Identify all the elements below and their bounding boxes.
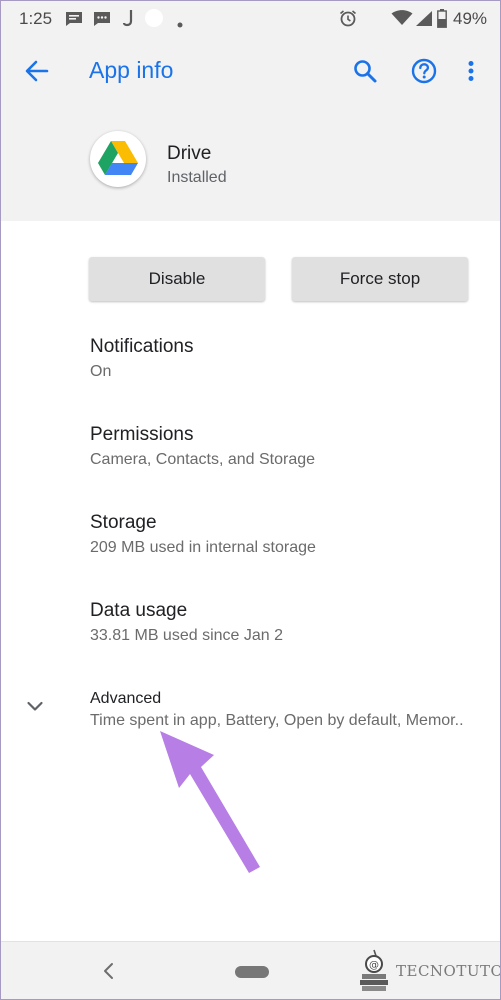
app-bar: App info	[1, 37, 500, 105]
navigation-bar: @ TECNOTUTO	[1, 941, 501, 999]
back-button[interactable]	[17, 51, 57, 91]
alarm-icon	[339, 9, 357, 32]
circle-icon	[144, 8, 164, 33]
force-stop-button[interactable]: Force stop	[292, 257, 468, 301]
battery-icon	[437, 9, 447, 33]
screen: 1:25 49% App info Drive Installed Disabl…	[0, 0, 501, 1000]
more-vert-icon	[468, 61, 474, 81]
chevron-down-icon	[23, 694, 47, 723]
notifications-item[interactable]: Notifications On	[1, 336, 500, 416]
pref-title: Notifications	[90, 336, 194, 357]
advanced-item[interactable]: Advanced Time spent in app, Battery, Ope…	[1, 688, 500, 768]
pref-title: Data usage	[90, 600, 188, 621]
app-header: Drive Installed	[1, 105, 500, 221]
app-name: Drive	[167, 143, 212, 164]
page-title: App info	[89, 57, 174, 83]
pref-summary: On	[90, 363, 112, 380]
app-install-state: Installed	[167, 169, 227, 186]
disable-button[interactable]: Disable	[89, 257, 265, 301]
wifi-icon	[391, 10, 413, 31]
dot-icon	[177, 15, 183, 33]
pref-summary: 33.81 MB used since Jan 2	[90, 627, 284, 644]
battery-percent: 49%	[453, 9, 488, 28]
tecnotuto-logo-icon: @	[356, 948, 392, 999]
back-arrow-icon	[25, 60, 49, 82]
svg-text:@: @	[369, 960, 379, 971]
message-icon	[65, 11, 83, 32]
signal-icon	[415, 10, 433, 32]
pref-summary: Time spent in app, Battery, Open by defa…	[90, 712, 464, 729]
help-icon	[411, 58, 437, 84]
search-button[interactable]	[345, 51, 385, 91]
pref-title: Storage	[90, 512, 157, 533]
permissions-item[interactable]: Permissions Camera, Contacts, and Storag…	[1, 424, 500, 504]
data-usage-item[interactable]: Data usage 33.81 MB used since Jan 2	[1, 600, 500, 680]
app-logo	[90, 131, 146, 187]
pref-title: Advanced	[90, 690, 162, 707]
watermark-text: TECNOTUTO	[396, 962, 501, 980]
chat-icon	[93, 11, 111, 32]
pref-summary: Camera, Contacts, and Storage	[90, 451, 316, 468]
j-icon	[122, 9, 135, 32]
nav-home-pill[interactable]	[235, 966, 269, 978]
pref-title: Permissions	[90, 424, 194, 445]
status-bar: 1:25 49%	[1, 1, 500, 37]
pref-summary: 209 MB used in internal storage	[90, 539, 316, 556]
status-time: 1:25	[19, 9, 53, 28]
nav-back-icon[interactable]	[99, 960, 119, 987]
search-icon	[354, 60, 377, 83]
google-drive-icon	[98, 141, 138, 175]
more-options-button[interactable]	[456, 51, 486, 91]
help-button[interactable]	[404, 51, 444, 91]
storage-item[interactable]: Storage 209 MB used in internal storage	[1, 512, 500, 592]
